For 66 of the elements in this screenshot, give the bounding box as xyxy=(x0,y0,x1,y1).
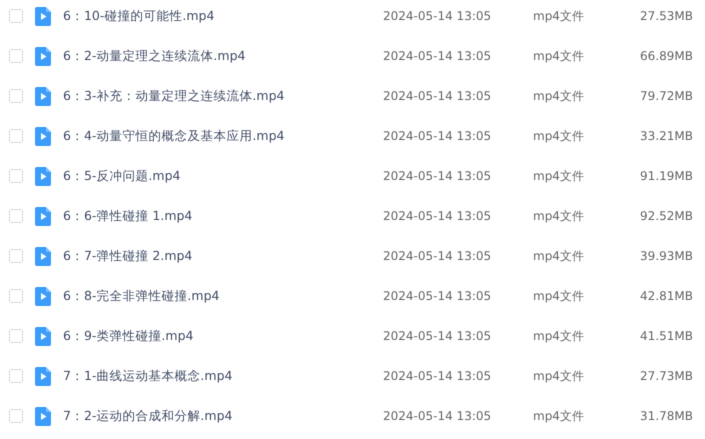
checkbox[interactable] xyxy=(9,89,23,103)
modified-date: 2024-05-14 13:05 xyxy=(383,329,492,343)
video-file-icon xyxy=(35,286,51,306)
modified-date: 2024-05-14 13:05 xyxy=(383,129,492,143)
file-type: mp4文件 xyxy=(533,368,585,384)
video-file-icon xyxy=(35,46,51,66)
checkbox[interactable] xyxy=(9,9,23,23)
file-type: mp4文件 xyxy=(533,208,585,224)
modified-date: 2024-05-14 13:05 xyxy=(383,9,492,23)
file-type: mp4文件 xyxy=(533,8,585,24)
file-type: mp4文件 xyxy=(533,48,585,64)
file-name[interactable]: 6：8-完全非弹性碰撞.mp4 xyxy=(63,288,383,304)
checkbox[interactable] xyxy=(9,369,23,383)
file-size: 39.93MB xyxy=(639,249,693,263)
modified-date: 2024-05-14 13:05 xyxy=(383,409,492,423)
file-name[interactable]: 6：10-碰撞的可能性.mp4 xyxy=(63,8,383,24)
file-name[interactable]: 7：2-运动的合成和分解.mp4 xyxy=(63,408,383,424)
file-name[interactable]: 6：9-类弹性碰撞.mp4 xyxy=(63,328,383,344)
file-size: 91.19MB xyxy=(639,169,693,183)
video-file-icon xyxy=(35,326,51,346)
file-type: mp4文件 xyxy=(533,328,585,344)
video-file-icon xyxy=(35,246,51,266)
checkbox[interactable] xyxy=(9,129,23,143)
modified-date: 2024-05-14 13:05 xyxy=(383,89,492,103)
file-size: 92.52MB xyxy=(639,209,693,223)
file-size: 79.72MB xyxy=(639,89,693,103)
video-file-icon xyxy=(35,126,51,146)
checkbox[interactable] xyxy=(9,49,23,63)
video-file-icon xyxy=(35,86,51,106)
file-type: mp4文件 xyxy=(533,288,585,304)
file-size: 27.73MB xyxy=(639,369,693,383)
checkbox[interactable] xyxy=(9,409,23,423)
checkbox[interactable] xyxy=(9,169,23,183)
file-name[interactable]: 7：1-曲线运动基本概念.mp4 xyxy=(63,368,383,384)
modified-date: 2024-05-14 13:05 xyxy=(383,169,492,183)
modified-date: 2024-05-14 13:05 xyxy=(383,209,492,223)
file-size: 27.53MB xyxy=(639,9,693,23)
checkbox[interactable] xyxy=(9,209,23,223)
modified-date: 2024-05-14 13:05 xyxy=(383,369,492,383)
video-file-icon xyxy=(35,206,51,226)
file-type: mp4文件 xyxy=(533,408,585,424)
file-type: mp4文件 xyxy=(533,168,585,184)
file-type: mp4文件 xyxy=(533,128,585,144)
file-name[interactable]: 6：2-动量定理之连续流体.mp4 xyxy=(63,48,383,64)
file-name[interactable]: 6：7-弹性碰撞 2.mp4 xyxy=(63,248,383,264)
checkbox[interactable] xyxy=(9,289,23,303)
checkbox[interactable] xyxy=(9,329,23,343)
video-file-icon xyxy=(35,166,51,186)
file-size: 33.21MB xyxy=(639,129,693,143)
modified-date: 2024-05-14 13:05 xyxy=(383,249,492,263)
file-size: 42.81MB xyxy=(639,289,693,303)
file-name[interactable]: 6：5-反冲问题.mp4 xyxy=(63,168,383,184)
file-name[interactable]: 6：4-动量守恒的概念及基本应用.mp4 xyxy=(63,128,383,144)
modified-date: 2024-05-14 13:05 xyxy=(383,49,492,63)
video-file-icon xyxy=(35,6,51,26)
file-size: 41.51MB xyxy=(639,329,693,343)
file-type: mp4文件 xyxy=(533,88,585,104)
modified-date: 2024-05-14 13:05 xyxy=(383,289,492,303)
video-file-icon xyxy=(35,366,51,386)
file-name[interactable]: 6：6-弹性碰撞 1.mp4 xyxy=(63,208,383,224)
file-size: 31.78MB xyxy=(639,409,693,423)
video-file-icon xyxy=(35,406,51,426)
checkbox[interactable] xyxy=(9,249,23,263)
file-size: 66.89MB xyxy=(639,49,693,63)
file-name[interactable]: 6：3-补充：动量定理之连续流体.mp4 xyxy=(63,88,383,104)
file-type: mp4文件 xyxy=(533,248,585,264)
